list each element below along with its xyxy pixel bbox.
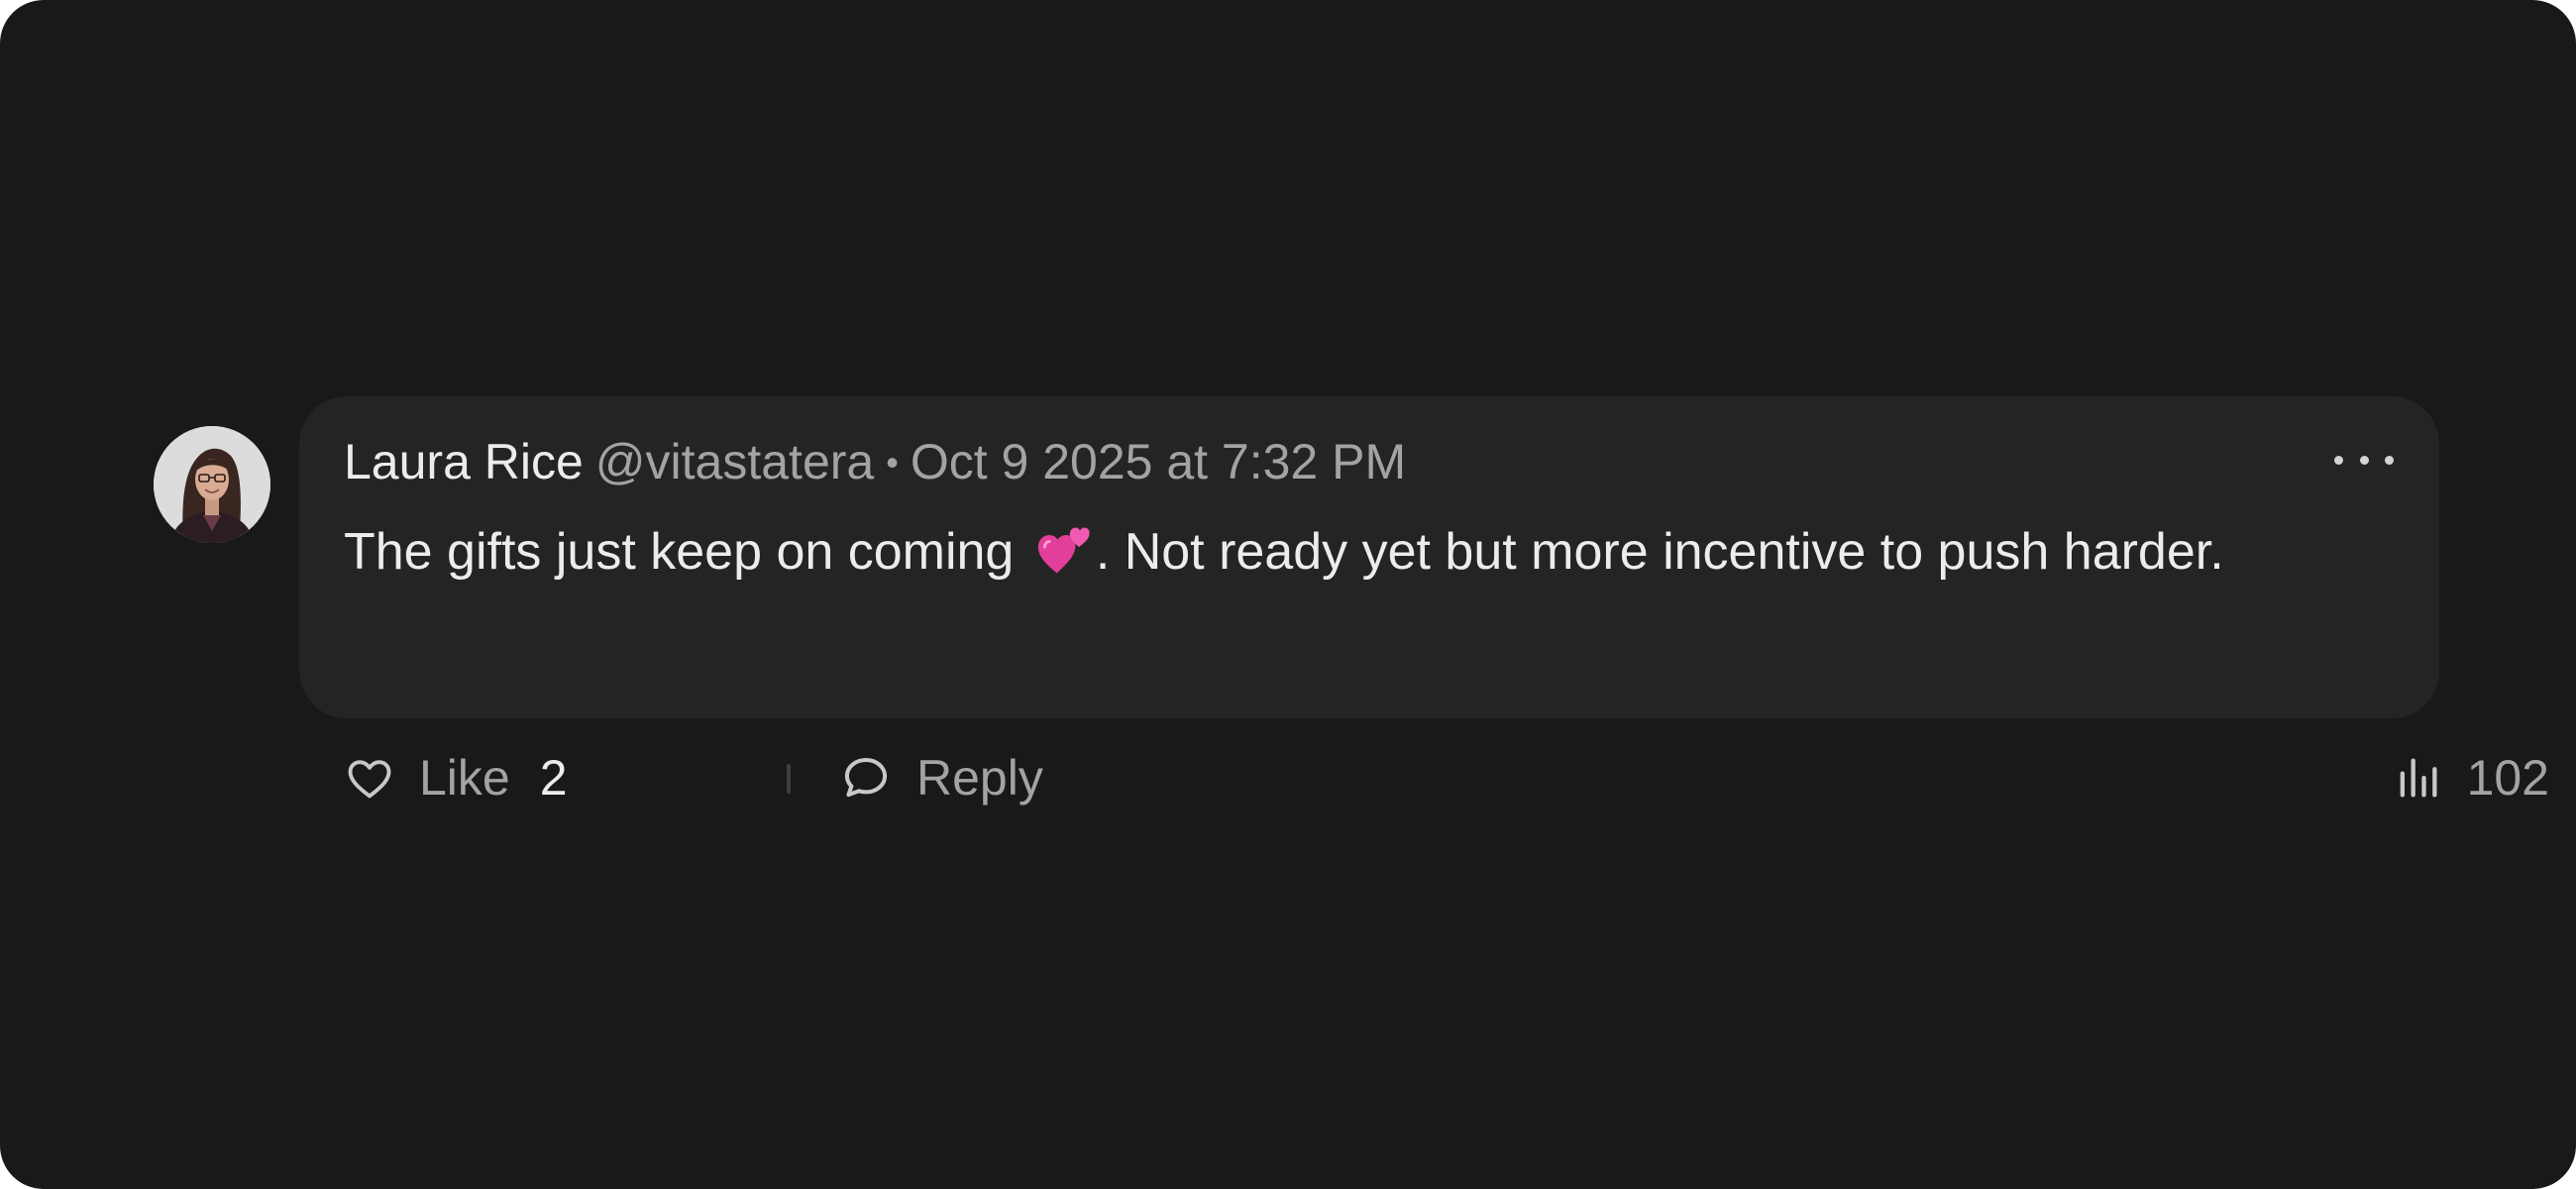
like-label: Like <box>419 750 510 806</box>
like-count: 2 <box>539 750 568 806</box>
ellipsis-dot <box>2359 455 2369 465</box>
ellipsis-dot <box>2385 455 2394 465</box>
reply-label: Reply <box>916 750 1043 806</box>
meta-separator: • <box>886 442 899 483</box>
ellipsis-icon <box>2334 455 2343 465</box>
more-options-button[interactable] <box>2334 440 2394 480</box>
comment-body-text-start: The gifts just keep on coming <box>344 523 1015 581</box>
comment-timestamp[interactable]: Oct 9 2025 at 7:32 PM <box>911 434 1406 489</box>
avatar[interactable] <box>154 426 270 543</box>
comment-card-frame: Laura Rice @vitastatera • Oct 9 2025 at 7:3… <box>0 0 2576 1189</box>
comment-meta: Laura Rice @vitastatera • Oct 9 2025 at 7:3… <box>344 432 1406 496</box>
comment-actions: Like 2 Reply 102 <box>344 738 2563 817</box>
views-count: 102 <box>2392 738 2549 817</box>
views-count-value: 102 <box>2466 750 2549 806</box>
heart-outline-icon <box>348 760 391 799</box>
comment-bubble: Laura Rice @vitastatera • Oct 9 2025 at 7:3… <box>299 396 2439 718</box>
bar-chart-icon <box>2400 758 2437 798</box>
speech-bubble-icon <box>844 757 888 798</box>
like-button[interactable]: Like 2 <box>344 738 568 817</box>
comment-body-text-end: . Not ready yet but more incentive to pu… <box>1095 523 2224 581</box>
author-name[interactable]: Laura Rice <box>344 434 584 489</box>
comment-body: The gifts just keep on coming . Not read… <box>344 512 2325 592</box>
two-hearts-icon <box>1037 527 1090 574</box>
reply-button[interactable]: Reply <box>839 738 1043 817</box>
author-handle[interactable]: @vitastatera <box>595 434 874 489</box>
action-divider <box>787 764 791 794</box>
user-photo-avatar <box>154 426 270 543</box>
